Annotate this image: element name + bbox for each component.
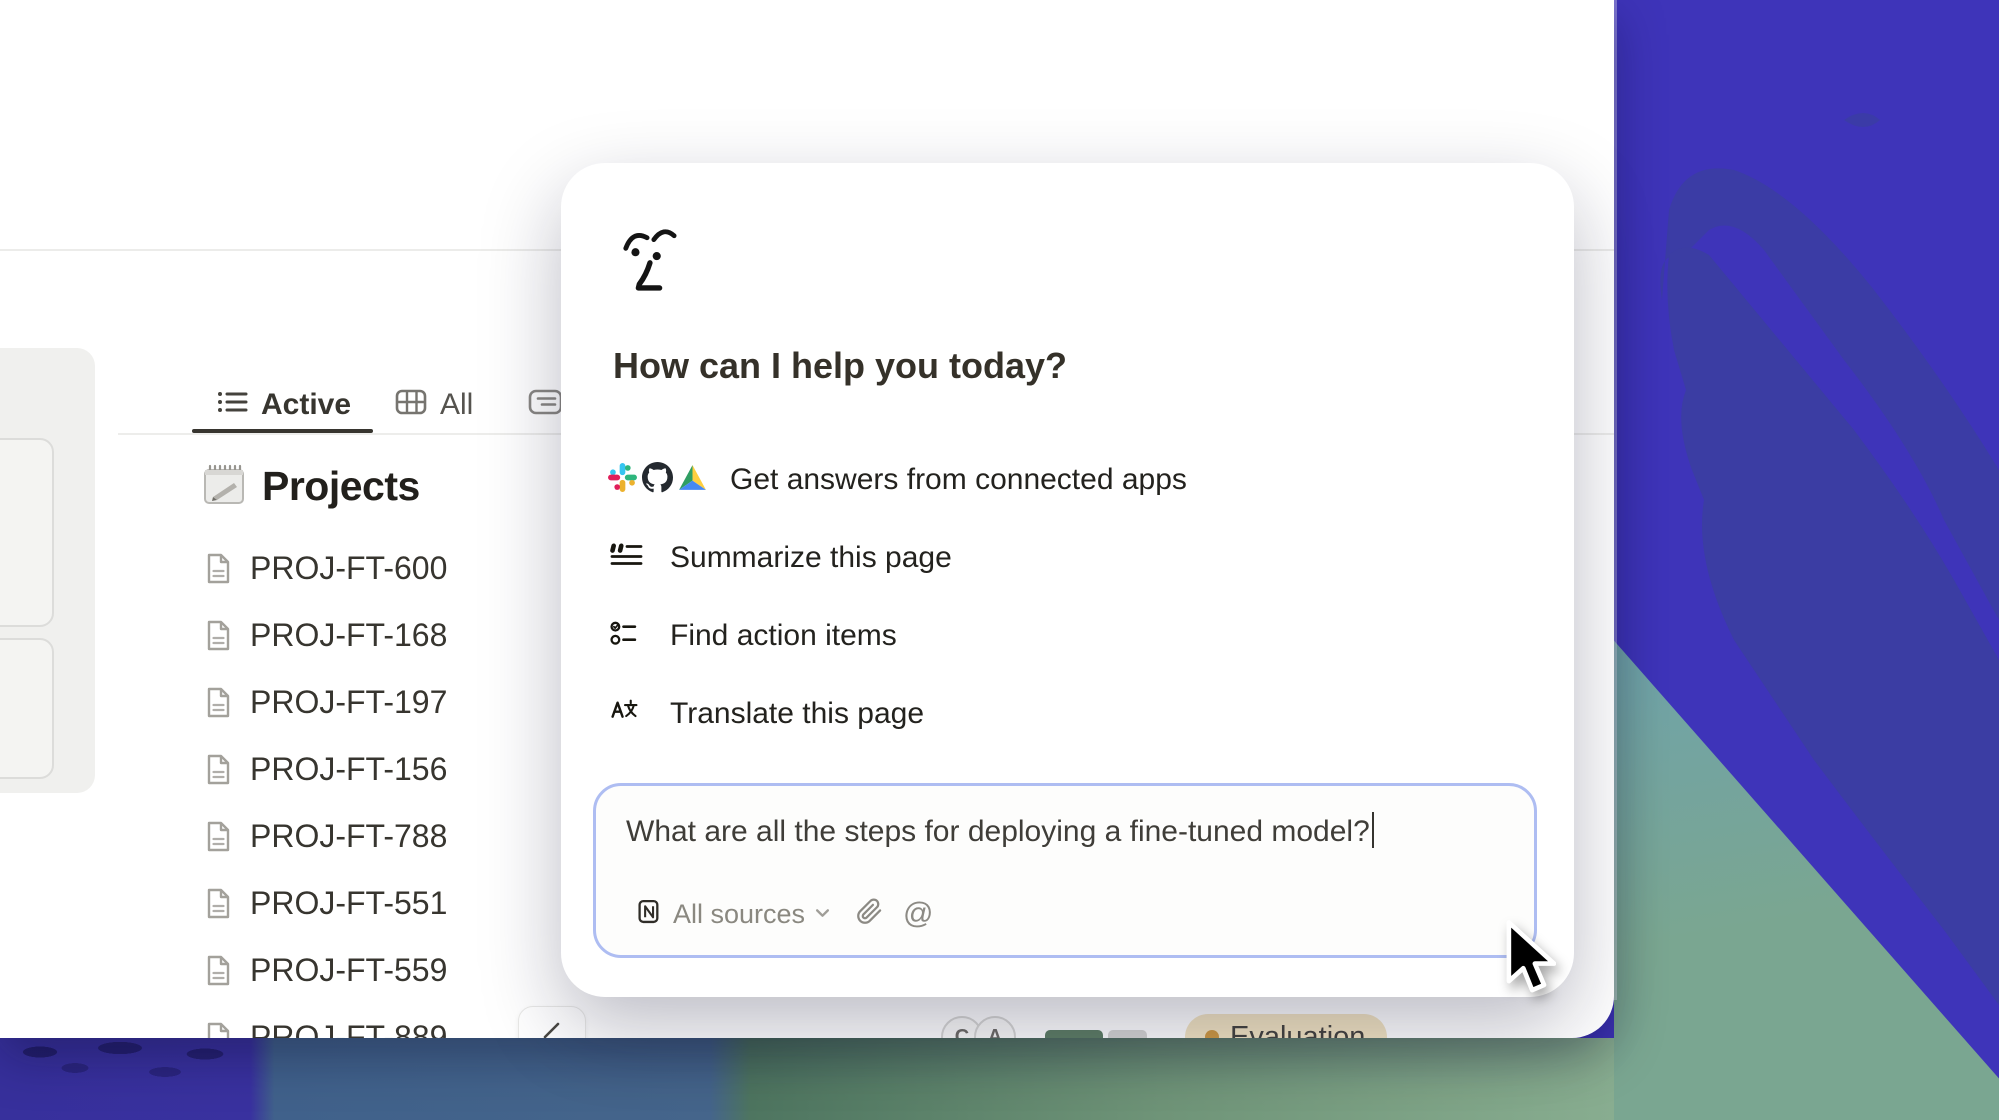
drive-icon <box>677 463 708 497</box>
table-icon <box>394 385 428 424</box>
wallpaper-bottom-strip <box>0 1038 1614 1120</box>
list-item[interactable]: PROJ-FT-600 <box>205 535 447 602</box>
text-caret <box>1372 812 1375 848</box>
checklist-icon <box>610 620 637 652</box>
status-swatch-gray[interactable] <box>1108 1030 1147 1038</box>
board-card[interactable] <box>0 438 54 627</box>
list-item[interactable]: PROJ-FT-788 <box>205 803 447 870</box>
chevron-down-icon <box>815 905 830 923</box>
translate-icon <box>610 698 638 730</box>
notepad-icon <box>200 460 248 513</box>
board-card[interactable] <box>0 638 54 779</box>
suggestion-label: Find action items <box>670 619 897 653</box>
card-icon <box>527 385 563 424</box>
prompt-text[interactable]: What are all the steps for deploying a f… <box>626 812 1374 849</box>
notion-ai-face-icon <box>620 223 678 298</box>
tab-active-label: Active <box>261 388 351 422</box>
suggestion-connected-apps[interactable]: Get answers from connected apps <box>607 441 1187 519</box>
sources-button[interactable]: All sources <box>673 899 805 930</box>
list-icon <box>215 385 249 424</box>
suggestion-label: Translate this page <box>670 697 924 731</box>
tag-dot <box>1205 1030 1219 1038</box>
suggestion-translate[interactable]: Translate this page <box>607 675 924 753</box>
suggestion-label: Get answers from connected apps <box>730 463 1187 497</box>
tag-label: Evaluation <box>1230 1021 1365 1039</box>
suggestion-summarize[interactable]: Summarize this page <box>607 519 952 597</box>
list-item[interactable]: PROJ-FT-156 <box>205 736 447 803</box>
slack-icon <box>607 462 638 498</box>
edit-button[interactable] <box>518 1006 586 1038</box>
paperclip-icon[interactable] <box>856 898 883 930</box>
mouse-cursor <box>1506 920 1556 1003</box>
at-mention-icon[interactable]: @ <box>903 897 933 931</box>
ai-assistant-modal: How can I help you today? <box>561 163 1574 997</box>
suggestion-label: Summarize this page <box>670 541 952 575</box>
list-item[interactable]: PROJ-FT-551 <box>205 870 447 937</box>
list-item[interactable]: PROJ-FT-168 <box>205 602 447 669</box>
avatar[interactable]: A <box>974 1016 1016 1038</box>
evaluation-tag[interactable]: Evaluation <box>1185 1014 1387 1038</box>
pencil-icon <box>539 1017 565 1039</box>
notion-logo-icon <box>638 899 661 929</box>
page-title: Projects <box>262 463 420 510</box>
tab-active[interactable]: Active <box>215 385 351 424</box>
list-item[interactable]: PROJ-FT-197 <box>205 669 447 736</box>
prompt-input[interactable]: What are all the steps for deploying a f… <box>593 783 1537 958</box>
list-item[interactable]: PROJ-FT-889 <box>205 1004 447 1038</box>
suggestion-action-items[interactable]: Find action items <box>607 597 897 675</box>
project-list: PROJ-FT-600 PROJ-FT-168 PROJ-FT-197 PROJ… <box>205 535 447 1038</box>
tab-all-label: All <box>440 388 473 422</box>
page-title-row: Projects <box>200 460 420 513</box>
input-toolbar: All sources @ <box>638 897 934 931</box>
greeting-heading: How can I help you today? <box>613 345 1067 387</box>
desktop: Active All <box>0 0 1999 1120</box>
tab-all[interactable]: All <box>394 385 473 424</box>
list-item[interactable]: PROJ-FT-559 <box>205 937 447 1004</box>
quote-icon <box>610 542 643 574</box>
status-swatch-green[interactable] <box>1045 1030 1103 1038</box>
github-icon <box>642 462 673 498</box>
